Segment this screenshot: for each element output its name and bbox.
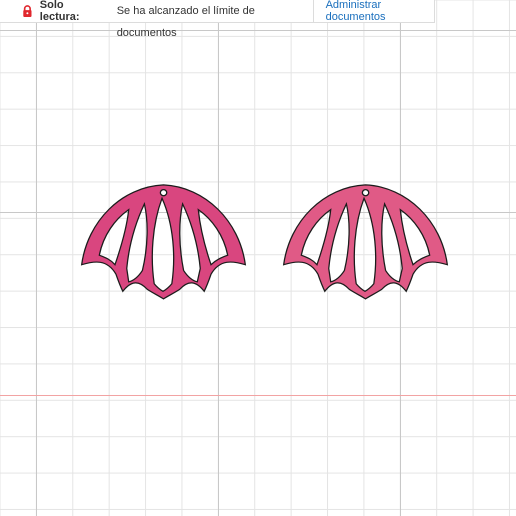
design-canvas[interactable] [0,0,516,516]
manage-documents-link[interactable]: Administrar documentos [314,0,434,23]
document-limit-message: Se ha alcanzado el límite de documentos [117,0,314,39]
lotus-earring-right[interactable] [278,183,453,308]
canvas-baseline [0,395,516,396]
readonly-label: Solo lectura: [39,0,80,23]
lock-icon [23,5,32,17]
grid-line-major-v [36,0,37,516]
readonly-banner: Solo lectura: Se ha alcanzado el límite … [0,0,435,39]
lotus-earring-left[interactable] [76,183,251,308]
grid-line-major-h [0,30,516,31]
